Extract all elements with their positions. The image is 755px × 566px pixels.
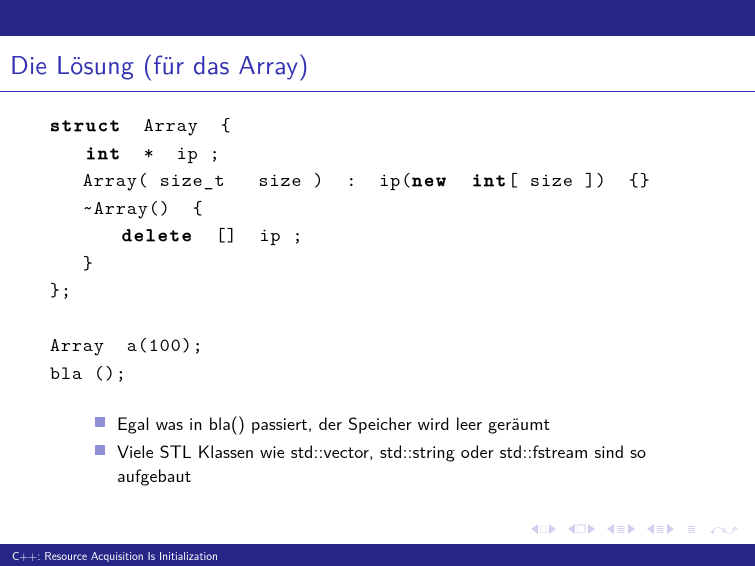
bullet-list: Egal was in bla() passiert, der Speicher… xyxy=(50,411,705,487)
beamer-nav: □ ❐ ≣ ≣ ≣ ⤺⤻ xyxy=(531,519,737,539)
kw-int-2: int xyxy=(448,168,508,193)
nav-next-slide-button[interactable]: ≣ xyxy=(647,524,674,535)
code-l7: }; xyxy=(50,278,72,303)
nav-goto-button[interactable]: ≣ xyxy=(686,524,697,535)
code-l9: Array a(100); xyxy=(50,333,204,358)
code-l4: ~Array() { xyxy=(50,196,204,221)
title-bar: Die Lösung (für das Array) xyxy=(0,36,755,92)
kw-delete: delete xyxy=(50,223,194,248)
list-item: Egal was in bla() passiert, der Speicher… xyxy=(95,411,705,435)
nav-back-forward-button[interactable]: ⤺⤻ xyxy=(709,519,737,539)
kw-struct: struct xyxy=(50,113,122,138)
nav-prev-slide-button[interactable]: ≣ xyxy=(607,524,634,535)
slide-content: struct Array { int ∗ ip ; Array( size_t … xyxy=(0,92,755,487)
bullet-text: Egal was in bla() passiert, der Speicher… xyxy=(117,411,550,435)
code-l3d: [ size ]) {} xyxy=(508,168,651,193)
code-l10: bla (); xyxy=(50,361,127,386)
kw-int-1: int xyxy=(50,141,122,166)
code-l6: } xyxy=(50,251,94,276)
code-l3a: Array( size_t size ) : ip( xyxy=(50,168,412,193)
list-item: Viele STL Klassen wie std::vector, std::… xyxy=(95,439,705,488)
code-l2b: ∗ ip ; xyxy=(122,141,221,166)
kw-new: new xyxy=(412,168,448,193)
bullet-icon xyxy=(95,445,105,455)
bullet-text: Viele STL Klassen wie std::vector, std::… xyxy=(117,439,705,488)
code-l1b: Array { xyxy=(122,113,232,138)
footer-bar: C++: Resource Acquisition Is Initializat… xyxy=(0,544,755,566)
bullet-icon xyxy=(95,417,105,427)
nav-prev-section-button[interactable]: ❐ xyxy=(568,524,596,535)
top-bar xyxy=(0,0,755,36)
code-block: struct Array { int ∗ ip ; Array( size_t … xyxy=(50,112,705,387)
code-l5b: [] ip ; xyxy=(194,223,304,248)
footer-text: C++: Resource Acquisition Is Initializat… xyxy=(12,547,218,564)
nav-first-button[interactable]: □ xyxy=(531,524,556,535)
slide-title: Die Lösung (für das Array) xyxy=(10,45,309,83)
